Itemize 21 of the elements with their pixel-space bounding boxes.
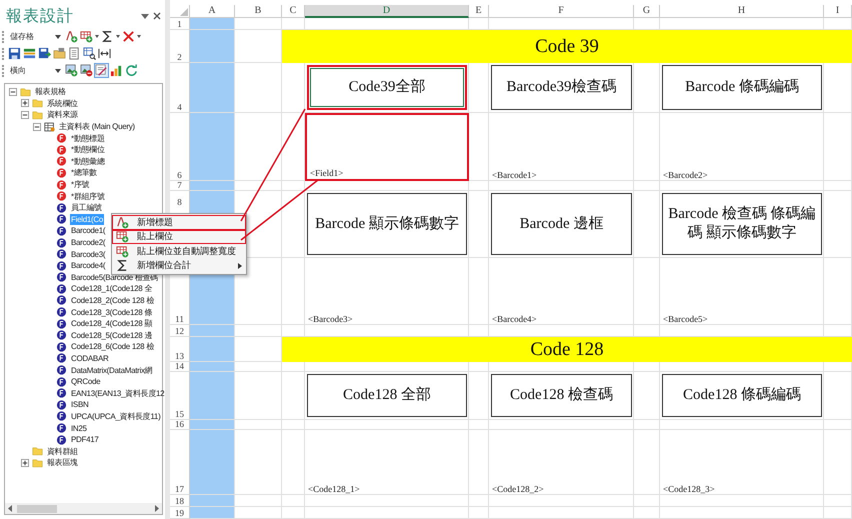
field-placeholder: <Barcode1> (492, 170, 537, 180)
label-cell: Barcode 條碼編碼 (662, 65, 822, 110)
label-cell: Code39全部 (307, 65, 467, 110)
panel-title: 報表設計 (6, 6, 75, 26)
label-cell: Barcode 檢查碼 條碼編碼 顯示條碼數字 (662, 193, 822, 255)
field-placeholder: <Code128_2> (492, 484, 544, 494)
field-placeholder: <Code128_3> (663, 484, 715, 494)
label-cell: Barcode39檢查碼 (491, 65, 632, 110)
field-placeholder: <Code128_1> (308, 484, 360, 494)
label-cell: Code128 檢查碼 (491, 374, 632, 417)
label-cell: Barcode 邊框 (491, 193, 632, 255)
field-placeholder: <Barcode2> (663, 170, 708, 180)
field-placeholder: <Barcode5> (663, 314, 708, 324)
section-banner: Code 128 (282, 337, 852, 362)
label-cell: Barcode 顯示條碼數字 (307, 193, 467, 255)
section-banner: Code 39 (282, 30, 852, 63)
field-placeholder: <Barcode3> (308, 314, 353, 324)
label-cell: Code128 全部 (307, 374, 467, 417)
field-placeholder: <Barcode4> (492, 314, 537, 324)
field-placeholder: <Field1> (310, 168, 344, 178)
label-cell: Code128 條碼編碼 (662, 374, 822, 417)
